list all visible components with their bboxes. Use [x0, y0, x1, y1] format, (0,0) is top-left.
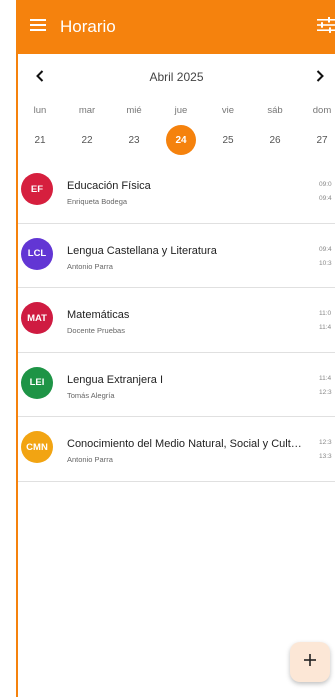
day-23[interactable]: 23 [119, 125, 149, 155]
hamburger-menu-icon [30, 18, 46, 36]
start-time: 09:4 [319, 245, 332, 253]
add-button[interactable] [290, 642, 330, 682]
chevron-right-icon [316, 69, 324, 87]
next-week-button[interactable] [305, 66, 335, 90]
list-item[interactable]: CMN Conocimiento del Medio Natural, Soci… [18, 417, 335, 482]
start-time: 11:4 [319, 374, 332, 382]
teacher-name: Antonio Parra [67, 455, 113, 464]
day-22[interactable]: 22 [72, 125, 102, 155]
weekday-label: vie [221, 105, 235, 116]
subject-name: Educación Física [67, 180, 151, 192]
week-days: 21 22 23 24 25 26 27 [18, 125, 335, 155]
teacher-name: Enriqueta Bodega [67, 197, 128, 206]
weekday-label: jue [174, 105, 188, 116]
menu-button[interactable] [18, 0, 58, 54]
end-time: 13:3 [319, 453, 332, 460]
add-icon [304, 653, 316, 671]
start-time: 09:0 [319, 181, 332, 188]
subject-name: Conocimiento del Medio Natural, Social y… [67, 438, 307, 450]
subject-avatar: MAT [21, 302, 53, 334]
app-screen: Horario Abril 2025 lun mar mié jue vie s… [0, 0, 335, 697]
teacher-name: Docente Pruebas [67, 326, 125, 335]
sliders-icon [317, 16, 335, 38]
subject-name: Lengua Castellana y Literatura [67, 244, 217, 257]
end-time: 12:3 [319, 388, 332, 396]
subject-avatar: LCL [21, 237, 53, 270]
weekday-label: lun [33, 105, 47, 116]
list-item[interactable]: LEI Lengua Extranjera I Tomás Alegría 11… [18, 353, 335, 417]
day-25[interactable]: 25 [213, 125, 243, 155]
end-time: 09:4 [319, 195, 332, 202]
end-time: 11:4 [319, 324, 332, 331]
list-item[interactable]: EF Educación Física Enriqueta Bodega 09:… [18, 159, 335, 224]
day-24-selected[interactable]: 24 [166, 125, 196, 155]
weekday-label: mié [126, 105, 142, 116]
subject-avatar: CMN [21, 431, 53, 463]
app-bar: Horario [18, 0, 335, 54]
weekday-header: lun mar mié jue vie sáb dom [18, 105, 335, 119]
list-item[interactable]: LCL Lengua Castellana y Literatura Anton… [18, 224, 335, 288]
list-item[interactable]: MAT Matemáticas Docente Pruebas 11:0 11:… [18, 288, 335, 353]
day-27[interactable]: 27 [307, 125, 335, 155]
day-26[interactable]: 26 [260, 125, 290, 155]
weekday-label: dom [312, 105, 332, 116]
schedule-list: EF Educación Física Enriqueta Bodega 09:… [18, 159, 335, 482]
weekday-label: mar [78, 105, 96, 116]
subject-avatar: EF [21, 173, 53, 205]
subject-avatar: LEI [21, 366, 53, 399]
filter-button[interactable] [313, 15, 335, 39]
day-21[interactable]: 21 [25, 125, 55, 155]
teacher-name: Antonio Parra [67, 261, 113, 271]
subject-name: Lengua Extranjera I [67, 373, 164, 386]
end-time: 10:3 [319, 259, 332, 267]
subject-name: Matemáticas [67, 309, 130, 321]
weekday-label: sáb [267, 105, 283, 116]
month-navigator: Abril 2025 [18, 66, 335, 90]
month-label: Abril 2025 [149, 70, 204, 84]
page-title: Horario [60, 17, 116, 36]
start-time: 11:0 [319, 310, 332, 317]
teacher-name: Tomás Alegría [67, 390, 115, 400]
start-time: 12:3 [319, 439, 332, 446]
